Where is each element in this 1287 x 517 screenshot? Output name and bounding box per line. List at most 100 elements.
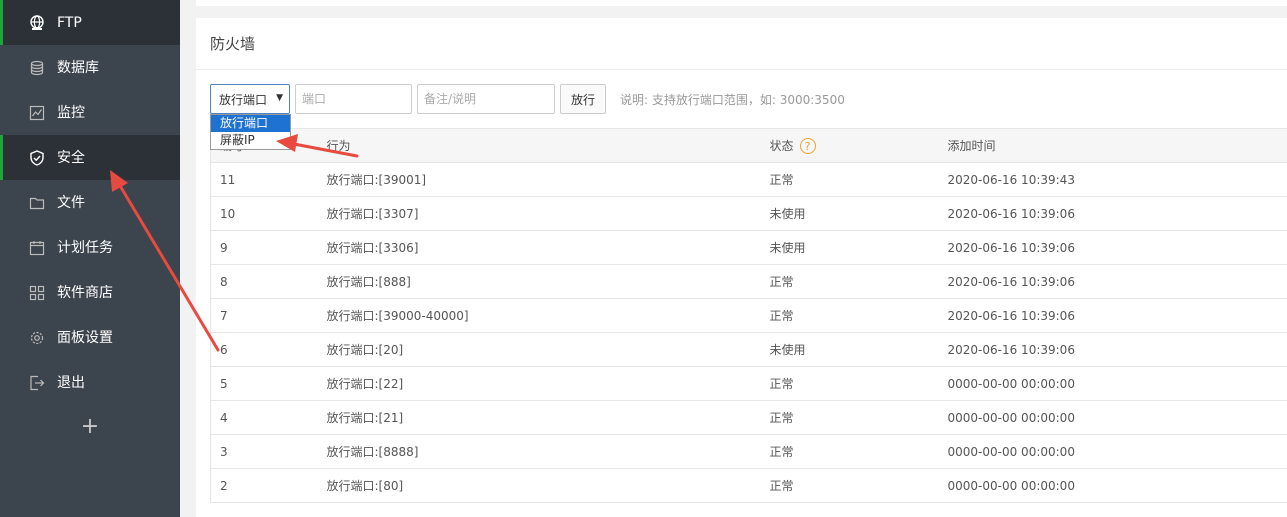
cell-time: 0000-00-00 00:00:00	[947, 366, 1287, 401]
sidebar-item-label: 软件商店	[57, 284, 113, 301]
dropdown-option-block-ip[interactable]: 屏蔽IP	[211, 132, 290, 149]
firewall-table: 编号 行为 状态? 添加时间 11放行端口:[39001]正常2020-06-1…	[210, 128, 1287, 503]
logout-icon	[29, 375, 45, 391]
rule-type-select-value: 放行端口	[219, 92, 268, 107]
sidebar-item-logout[interactable]: 退出	[0, 360, 180, 405]
caret-down-icon: ▼	[276, 93, 283, 103]
sidebar-nav: FTP 数据库 监控 安全 文件 计划任务 软件商店 面板设置 退出	[0, 0, 180, 405]
cell-action: 放行端口:[8888]	[326, 434, 770, 469]
cell-id: 9	[210, 230, 327, 265]
cell-action: 放行端口:[3307]	[326, 196, 770, 231]
top-card-edge	[196, 0, 1287, 6]
page-title: 防火墙	[196, 18, 1287, 70]
cell-id: 5	[210, 366, 327, 401]
cell-time: 0000-00-00 00:00:00	[947, 434, 1287, 469]
cell-time: 2020-06-16 10:39:06	[947, 230, 1287, 265]
main-content: 防火墙 放行端口 ▼ 放行 说明: 支持放行端口范围，如: 3000:3500 …	[180, 0, 1287, 517]
cell-time: 2020-06-16 10:39:06	[947, 332, 1287, 367]
firewall-card: 防火墙 放行端口 ▼ 放行 说明: 支持放行端口范围，如: 3000:3500 …	[196, 18, 1287, 517]
cell-action: 放行端口:[21]	[326, 400, 770, 435]
cell-time: 2020-06-16 10:39:43	[947, 162, 1287, 197]
gear-icon	[29, 330, 45, 346]
sidebar-item-label: 监控	[57, 104, 85, 121]
firewall-table-wrap: 编号 行为 状态? 添加时间 11放行端口:[39001]正常2020-06-1…	[210, 128, 1287, 503]
cell-status: 正常	[769, 468, 948, 503]
cell-id: 6	[210, 332, 327, 367]
cell-action: 放行端口:[20]	[326, 332, 770, 367]
folder-icon	[29, 195, 45, 211]
database-icon	[29, 60, 45, 76]
cell-status: 正常	[769, 298, 948, 333]
globe-icon	[29, 14, 45, 31]
allow-button[interactable]: 放行	[560, 84, 606, 114]
table-row: 6 放行端口:[20] 未使用 2020-06-16 10:39:06	[210, 332, 1287, 367]
cell-status: 正常	[769, 434, 948, 469]
sidebar-item-cron[interactable]: 计划任务	[0, 225, 180, 270]
cell-action: 放行端口:[3306]	[326, 230, 770, 265]
sidebar-item-label: 面板设置	[57, 329, 113, 346]
column-header-action: 行为	[326, 128, 770, 163]
firewall-toolbar: 放行端口 ▼ 放行 说明: 支持放行端口范围，如: 3000:3500	[210, 84, 845, 114]
sidebar-item-label: FTP	[57, 14, 82, 31]
cell-id: 7	[210, 298, 327, 333]
port-input[interactable]	[295, 84, 412, 114]
cell-action: 放行端口:[39001]	[326, 162, 770, 197]
sidebar-item-security[interactable]: 安全	[0, 135, 180, 180]
add-menu-button[interactable]: +	[0, 405, 180, 447]
sidebar: FTP 数据库 监控 安全 文件 计划任务 软件商店 面板设置 退出 +	[0, 0, 180, 517]
table-row: 7 放行端口:[39000-40000] 正常 2020-06-16 10:39:06	[210, 298, 1287, 333]
calendar-icon	[29, 240, 45, 256]
cell-id: 4	[210, 400, 327, 435]
cell-time: 2020-06-16 10:39:06	[947, 264, 1287, 299]
cell-action: 放行端口:[80]	[326, 468, 770, 503]
column-header-status-label: 状态	[769, 138, 794, 153]
cell-status: 未使用	[769, 196, 948, 231]
sidebar-item-store[interactable]: 软件商店	[0, 270, 180, 315]
cell-status: 未使用	[769, 332, 948, 367]
cell-status: 正常	[769, 162, 948, 197]
sidebar-item-database[interactable]: 数据库	[0, 45, 180, 90]
cell-time: 0000-00-00 00:00:00	[947, 468, 1287, 503]
cell-action: 放行端口:[888]	[326, 264, 770, 299]
cell-status: 正常	[769, 366, 948, 401]
table-header-row: 编号 行为 状态? 添加时间	[210, 128, 1287, 163]
cell-id: 2	[210, 468, 327, 503]
cell-id: 3	[210, 434, 327, 469]
table-row: 8 放行端口:[888] 正常 2020-06-16 10:39:06	[210, 264, 1287, 299]
cell-time: 2020-06-16 10:39:06	[947, 196, 1287, 231]
cell-status: 正常	[769, 264, 948, 299]
grid-icon	[29, 285, 45, 301]
shield-icon	[29, 149, 45, 166]
sidebar-item-label: 数据库	[57, 59, 99, 76]
chart-icon	[29, 105, 45, 121]
note-input[interactable]	[417, 84, 555, 114]
sidebar-item-ftp[interactable]: FTP	[0, 0, 180, 45]
table-row: 9 放行端口:[3306] 未使用 2020-06-16 10:39:06	[210, 230, 1287, 265]
cell-action: 放行端口:[22]	[326, 366, 770, 401]
rule-type-select[interactable]: 放行端口 ▼	[210, 84, 290, 114]
usage-hint: 说明: 支持放行端口范围，如: 3000:3500	[620, 92, 845, 107]
cell-id: 10	[210, 196, 327, 231]
cell-time: 0000-00-00 00:00:00	[947, 400, 1287, 435]
table-row: 11 放行端口:[39001] 正常 2020-06-16 10:39:43	[210, 162, 1287, 197]
sidebar-item-label: 计划任务	[57, 239, 113, 256]
cell-status: 未使用	[769, 230, 948, 265]
cell-id: 11	[210, 162, 327, 197]
cell-id: 8	[210, 264, 327, 299]
sidebar-item-settings[interactable]: 面板设置	[0, 315, 180, 360]
column-header-status: 状态?	[769, 128, 948, 163]
cell-status: 正常	[769, 400, 948, 435]
help-icon[interactable]: ?	[799, 138, 816, 155]
dropdown-option-allow-port[interactable]: 放行端口	[211, 115, 290, 132]
sidebar-item-label: 文件	[57, 194, 85, 211]
sidebar-item-label: 安全	[57, 149, 85, 166]
column-header-time: 添加时间	[947, 128, 1287, 163]
rule-type-dropdown: 放行端口 屏蔽IP	[210, 114, 291, 150]
sidebar-item-files[interactable]: 文件	[0, 180, 180, 225]
cell-time: 2020-06-16 10:39:06	[947, 298, 1287, 333]
table-row: 4 放行端口:[21] 正常 0000-00-00 00:00:00	[210, 400, 1287, 435]
sidebar-item-label: 退出	[57, 374, 85, 391]
table-row: 3 放行端口:[8888] 正常 0000-00-00 00:00:00	[210, 434, 1287, 469]
sidebar-item-monitor[interactable]: 监控	[0, 90, 180, 135]
cell-action: 放行端口:[39000-40000]	[326, 298, 770, 333]
